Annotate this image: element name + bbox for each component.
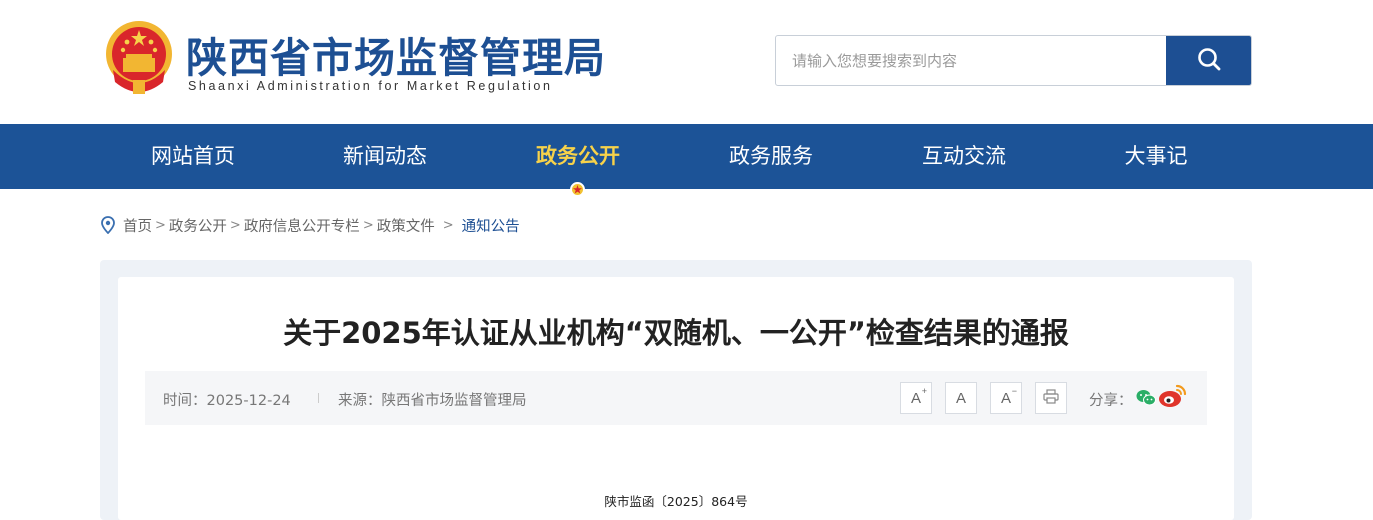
font-larger-button[interactable]: A + xyxy=(900,382,932,414)
weibo-icon[interactable] xyxy=(1158,383,1188,413)
article-source: 来源：陕西省市场监督管理局 xyxy=(338,393,527,409)
publish-time: 时间：2025-12-24 xyxy=(163,393,291,409)
breadcrumb-separator: > xyxy=(362,217,374,233)
active-nav-star-icon xyxy=(570,182,585,197)
nav-item-chronicle[interactable]: 大事记 xyxy=(1081,124,1231,189)
breadcrumb-separator: > xyxy=(229,217,241,233)
nav-item-government-affairs[interactable]: 政务公开 xyxy=(503,124,653,189)
breadcrumb-separator: > xyxy=(442,217,454,233)
breadcrumb-policy-documents[interactable]: 政策文件 xyxy=(377,215,435,236)
font-larger-label: A xyxy=(910,389,921,407)
breadcrumb-government-affairs[interactable]: 政务公开 xyxy=(169,215,227,236)
print-button[interactable] xyxy=(1035,382,1067,414)
site-header: 陕西省市场监督管理局 Shaanxi Administration for Ma… xyxy=(0,0,1373,124)
breadcrumb-home[interactable]: 首页 xyxy=(123,215,152,236)
font-smaller-label: A xyxy=(1000,389,1011,407)
site-subtitle: Shaanxi Administration for Market Regula… xyxy=(188,79,553,93)
meta-divider xyxy=(318,393,319,403)
article-title: 关于2025年认证从业机构“双随机、一公开”检查结果的通报 xyxy=(283,316,1069,350)
font-smaller-button[interactable]: A − xyxy=(990,382,1022,414)
nav-item-interaction[interactable]: 互动交流 xyxy=(889,124,1039,189)
document-number: 陕市监函〔2025〕864号 xyxy=(604,494,748,509)
location-pin-icon xyxy=(101,216,115,234)
breadcrumb: 首页 > 政务公开 > 政府信息公开专栏 > 政策文件 > 通知公告 xyxy=(101,214,520,236)
nav-item-news[interactable]: 新闻动态 xyxy=(310,124,460,189)
font-larger-mark: + xyxy=(921,386,927,396)
nav-item-services[interactable]: 政务服务 xyxy=(696,124,846,189)
breadcrumb-separator: > xyxy=(155,217,166,233)
search-input[interactable] xyxy=(776,36,1167,85)
breadcrumb-info-disclosure[interactable]: 政府信息公开专栏 xyxy=(244,215,360,236)
printer-icon xyxy=(1043,388,1059,408)
site-title[interactable]: 陕西省市场监督管理局 xyxy=(186,24,606,84)
font-normal-button[interactable]: A xyxy=(945,382,977,414)
breadcrumb-notices[interactable]: 通知公告 xyxy=(462,215,520,236)
font-smaller-mark: − xyxy=(1011,386,1017,396)
nav-item-home[interactable]: 网站首页 xyxy=(118,124,268,189)
wechat-icon[interactable] xyxy=(1136,389,1156,411)
search-button[interactable] xyxy=(1166,36,1251,85)
national-emblem-icon[interactable] xyxy=(103,18,175,96)
search-icon xyxy=(1197,47,1221,75)
share-label: 分享： xyxy=(1089,393,1133,409)
font-normal-label: A xyxy=(955,389,966,407)
search-box xyxy=(775,35,1252,86)
main-nav: 网站首页 新闻动态 政务公开 政务服务 互动交流 大事记 xyxy=(0,124,1373,189)
